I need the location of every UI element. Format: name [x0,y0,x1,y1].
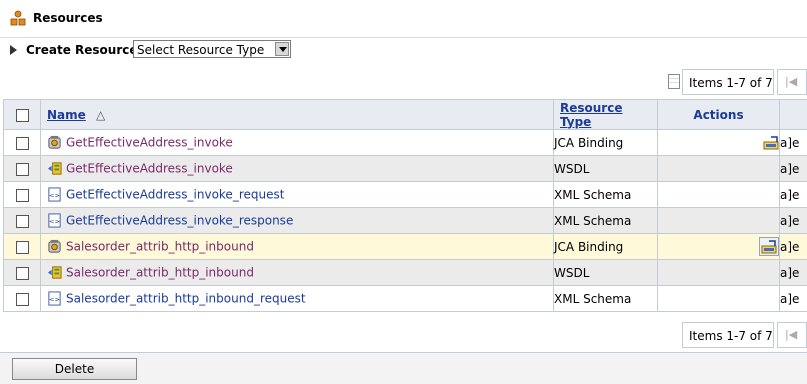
row-checkbox[interactable] [16,215,29,228]
row-type-cell: WSDL [554,156,658,182]
row-actions-cell [658,208,780,234]
row-extra-cell: a]e [780,208,807,234]
row-type-cell: XML Schema [554,286,658,312]
row-checkbox-cell [4,182,41,208]
sort-ascending-icon[interactable]: △ [96,108,105,122]
row-type-cell: WSDL [554,260,658,286]
svg-text:<>: <> [49,191,60,199]
resource-name-link[interactable]: GetEffectiveAddress_invoke_response [66,214,293,228]
resource-name-link[interactable]: Salesorder_attrib_http_inbound [66,266,254,280]
resource-type-sort-link[interactable]: Resource Type [560,101,622,129]
extra-column-header [780,100,807,130]
row-checkbox-cell [4,130,41,156]
resources-icon [10,10,26,26]
pager-range-text-bottom: Items 1-7 of 7 [689,329,773,343]
row-checkbox[interactable] [16,241,29,254]
row-name-cell: <> GetEffectiveAddress_invoke_request [41,182,554,208]
create-resource-row: Create Resource: Select Resource Type [0,38,807,65]
select-all-cell [4,100,41,130]
chevron-down-icon[interactable] [275,42,289,56]
table-row[interactable]: Salesorder_attrib_http_inbound JCA Bindin… [4,234,807,260]
svg-text:<>: <> [49,295,60,303]
row-checkbox[interactable] [16,163,29,176]
first-page-button-bottom[interactable]: |◀ [777,322,807,348]
row-extra-cell: a]e [780,130,807,156]
select-all-checkbox[interactable] [16,109,29,122]
name-column-header[interactable]: Name △ [41,100,554,130]
row-checkbox-cell [4,156,41,182]
row-type-cell: JCA Binding [554,234,658,260]
row-checkbox[interactable] [16,137,29,150]
jca-binding-icon [47,135,62,150]
wsdl-icon [47,265,62,280]
resource-name-link[interactable]: Salesorder_attrib_http_inbound [66,240,254,254]
row-checkbox-cell [4,208,41,234]
row-type-cell: XML Schema [554,208,658,234]
resources-header: Resources [0,0,807,38]
row-actions-cell [658,156,780,182]
table-row[interactable]: Salesorder_attrib_http_inbound WSDL a]e [4,260,807,286]
name-sort-link[interactable]: Name [47,108,86,122]
row-name-cell: <> Salesorder_attrib_http_inbound_request [41,286,554,312]
row-checkbox-cell [4,286,41,312]
resource-name-link[interactable]: Salesorder_attrib_http_inbound_request [66,292,306,306]
page-title: Resources [33,11,103,25]
wsdl-icon [47,161,62,176]
resource-type-select-value: Select Resource Type [137,43,264,57]
row-name-cell: GetEffectiveAddress_invoke [41,130,554,156]
table-view-icon[interactable] [668,74,680,89]
row-actions-cell [658,286,780,312]
row-type-cell: XML Schema [554,182,658,208]
table-row[interactable]: <> GetEffectiveAddress_invoke_response XML… [4,208,807,234]
row-name-cell: <> GetEffectiveAddress_invoke_response [41,208,554,234]
create-resource-label: Create Resource: [26,43,142,57]
resources-table: Name △ Resource Type Actions GetEffectiv… [3,99,807,312]
row-name-cell: Salesorder_attrib_http_inbound [41,260,554,286]
row-extra-cell: a]e [780,286,807,312]
row-extra-cell: a]e [780,234,807,260]
row-extra-cell: a]e [780,260,807,286]
row-actions-cell [658,234,780,260]
row-actions-cell [658,260,780,286]
row-extra-cell: a]e [780,156,807,182]
first-page-icon-bottom: |◀ [785,328,797,341]
first-page-icon: |◀ [785,75,797,88]
pager-range-text: Items 1-7 of 7 [689,76,773,90]
table-row[interactable]: GetEffectiveAddress_invoke WSDL a]e [4,156,807,182]
table-row[interactable]: <> GetEffectiveAddress_invoke_request XML … [4,182,807,208]
actions-column-header: Actions [658,100,780,130]
export-action-icon[interactable] [763,136,779,150]
resource-type-select[interactable]: Select Resource Type [133,40,291,58]
resource-name-link[interactable]: GetEffectiveAddress_invoke [66,162,233,176]
resource-name-link[interactable]: GetEffectiveAddress_invoke [66,136,233,150]
row-checkbox[interactable] [16,293,29,306]
delete-button[interactable]: Delete [12,358,137,380]
xml-schema-icon: <> [47,213,62,228]
table-row[interactable]: <> Salesorder_attrib_http_inbound_request… [4,286,807,312]
resource-type-column-header[interactable]: Resource Type [554,100,658,130]
table-row[interactable]: GetEffectiveAddress_invoke JCA Binding a]e [4,130,807,156]
pager-range-box-bottom[interactable]: Items 1-7 of 7 [682,322,774,348]
table-header-row: Name △ Resource Type Actions [4,100,807,130]
row-actions-cell [658,182,780,208]
xml-schema-icon: <> [47,291,62,306]
row-checkbox-cell [4,260,41,286]
row-checkbox[interactable] [16,189,29,202]
footer-bar: Delete [0,352,807,384]
resource-name-link[interactable]: GetEffectiveAddress_invoke_request [66,188,284,202]
xml-schema-icon: <> [47,187,62,202]
row-checkbox-cell [4,234,41,260]
row-type-cell: JCA Binding [554,130,658,156]
row-name-cell: Salesorder_attrib_http_inbound [41,234,554,260]
pager-range-box[interactable]: Items 1-7 of 7 [682,69,774,95]
row-extra-cell: a]e [780,182,807,208]
row-actions-cell [658,130,780,156]
first-page-button[interactable]: |◀ [777,69,807,95]
expand-triangle-icon[interactable] [10,45,17,55]
svg-text:<>: <> [49,217,60,225]
row-name-cell: GetEffectiveAddress_invoke [41,156,554,182]
jca-binding-icon [47,239,62,254]
export-action-icon[interactable] [761,240,777,254]
row-checkbox[interactable] [16,267,29,280]
